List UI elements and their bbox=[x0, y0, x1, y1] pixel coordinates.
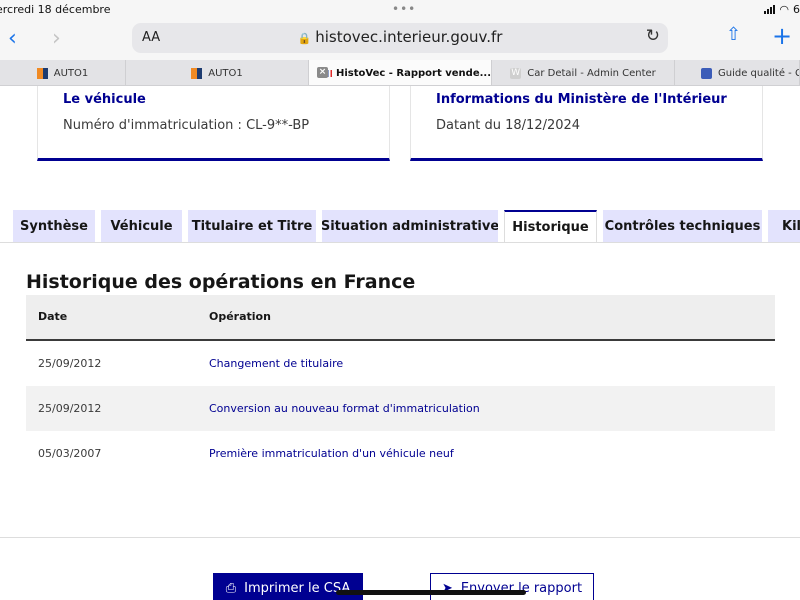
tab-controles[interactable]: Contrôles techniques bbox=[603, 210, 762, 242]
printer-icon: ⎙ bbox=[225, 580, 237, 596]
registration-number: Numéro d'immatriculation : CL-9**-BP bbox=[63, 118, 310, 133]
auto1-icon bbox=[191, 67, 203, 79]
row-date: 05/03/2007 bbox=[38, 447, 102, 460]
browser-tab-label: AUTO1 bbox=[53, 67, 89, 79]
browser-tab-label: HistoVec - Rapport vende... bbox=[336, 67, 491, 79]
back-icon[interactable]: ‹ bbox=[8, 26, 17, 51]
tab-vehicule[interactable]: Véhicule bbox=[101, 210, 182, 242]
home-indicator[interactable] bbox=[336, 590, 526, 595]
print-label: Imprimer le CSA bbox=[244, 580, 351, 596]
ministry-card-title: Informations du Ministère de l'Intérieur bbox=[436, 92, 727, 107]
w-icon: W bbox=[510, 67, 522, 79]
url-field[interactable]: AA 🔒 histovec.interieur.gouv.fr ↻ bbox=[132, 23, 668, 53]
history-table: Date Opération 25/09/2012 Changement de … bbox=[26, 295, 775, 476]
history-title: Historique des opérations en France bbox=[26, 271, 416, 293]
browser-tab-label: Car Detail - Admin Center bbox=[527, 67, 656, 79]
history-panel: Historique des opérations en France Date… bbox=[0, 242, 800, 538]
status-time: ercredi 18 décembre bbox=[0, 3, 111, 16]
share-icon[interactable]: ⇧ bbox=[726, 24, 741, 45]
close-tab-icon[interactable]: × bbox=[317, 67, 328, 78]
tab-titulaire[interactable]: Titulaire et Titre bbox=[188, 210, 316, 242]
table-row: 05/03/2007 Première immatriculation d'un… bbox=[26, 431, 775, 476]
wifi-icon: ◠ bbox=[779, 3, 789, 16]
browser-tab-strip: AUTO1 AUTO1 × HistoVec - Rapport vende..… bbox=[0, 60, 800, 86]
tab-kilometrage[interactable]: Kilo bbox=[768, 210, 800, 242]
battery-level: 6 bbox=[793, 3, 800, 16]
table-row: 25/09/2012 Conversion au nouveau format … bbox=[26, 386, 775, 431]
row-date: 25/09/2012 bbox=[38, 402, 102, 415]
status-bar: ercredi 18 décembre ••• ◠ 6 bbox=[0, 0, 800, 20]
report-date: Datant du 18/12/2024 bbox=[436, 118, 581, 133]
send-report-button[interactable]: ➤ Envoyer le rapport bbox=[430, 573, 594, 600]
tab-situation[interactable]: Situation administrative bbox=[322, 210, 498, 242]
browser-tab-label: AUTO1 bbox=[208, 67, 243, 79]
row-date: 25/09/2012 bbox=[38, 357, 102, 370]
browser-tab-guide[interactable]: Guide qualité - Co bbox=[675, 60, 800, 85]
vehicle-card-title: Le véhicule bbox=[63, 92, 146, 107]
lock-icon: 🔒 bbox=[297, 32, 312, 45]
address-bar: ‹ › AA 🔒 histovec.interieur.gouv.fr ↻ ⇧ + bbox=[0, 20, 800, 60]
column-date: Date bbox=[38, 310, 68, 323]
browser-tab-car-detail[interactable]: W Car Detail - Admin Center bbox=[492, 60, 675, 85]
table-row: 25/09/2012 Changement de titulaire bbox=[26, 341, 775, 386]
new-tab-icon[interactable]: + bbox=[772, 22, 792, 50]
vehicle-card: Le véhicule Numéro d'immatriculation : C… bbox=[37, 86, 390, 161]
guide-icon bbox=[701, 67, 712, 79]
multitasking-dots-icon[interactable]: ••• bbox=[392, 2, 416, 16]
table-header: Date Opération bbox=[26, 295, 775, 341]
auto1-icon bbox=[36, 67, 48, 79]
row-operation: Changement de titulaire bbox=[209, 357, 344, 370]
print-csa-button[interactable]: ⎙ Imprimer le CSA bbox=[213, 573, 363, 600]
reload-icon[interactable]: ↻ bbox=[646, 26, 660, 46]
browser-tab-label: Guide qualité - Co bbox=[718, 67, 800, 79]
row-operation: Première immatriculation d'un véhicule n… bbox=[209, 447, 454, 460]
system-indicators: ◠ 6 bbox=[764, 3, 800, 16]
browser-tab-histovec[interactable]: × HistoVec - Rapport vende... bbox=[309, 60, 492, 85]
forward-icon[interactable]: › bbox=[52, 26, 61, 51]
report-tabs: Synthèse Véhicule Titulaire et Titre Sit… bbox=[0, 210, 800, 243]
column-operation: Opération bbox=[209, 310, 271, 323]
tab-synthese[interactable]: Synthèse bbox=[13, 210, 95, 242]
browser-tab-auto1-1[interactable]: AUTO1 bbox=[0, 60, 126, 85]
url-text: histovec.interieur.gouv.fr bbox=[315, 28, 503, 46]
signal-icon bbox=[764, 5, 776, 14]
url-display[interactable]: 🔒 histovec.interieur.gouv.fr bbox=[132, 28, 668, 46]
ministry-card: Informations du Ministère de l'Intérieur… bbox=[410, 86, 763, 161]
row-operation: Conversion au nouveau format d'immatricu… bbox=[209, 402, 480, 415]
browser-tab-auto1-2[interactable]: AUTO1 bbox=[126, 60, 309, 85]
page-content: Le véhicule Numéro d'immatriculation : C… bbox=[0, 86, 800, 600]
tab-historique[interactable]: Historique bbox=[504, 210, 597, 243]
